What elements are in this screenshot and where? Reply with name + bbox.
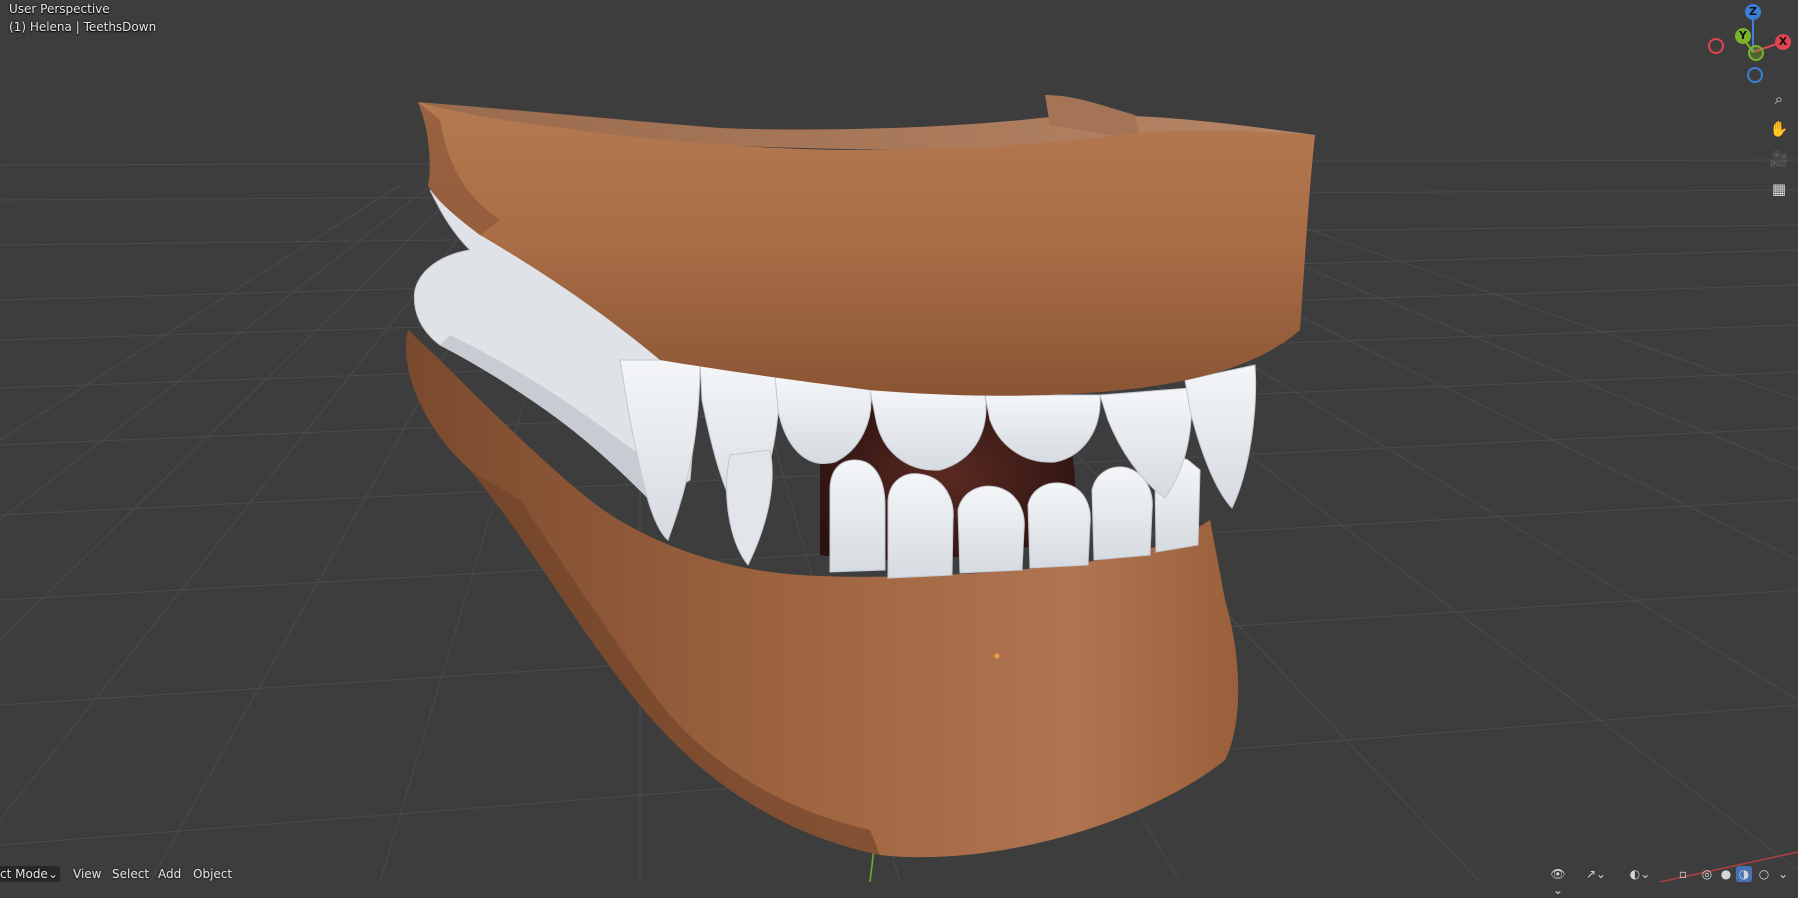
visibility-icon[interactable]: 👁⌄ [1546,866,1570,897]
menu-view[interactable]: View [73,866,101,882]
gizmo-neg-x-axis[interactable] [1708,38,1724,54]
active-object-label: (1) Helena | TeethsDown [9,20,157,34]
menu-select[interactable]: Select [112,866,149,882]
gizmo-z-axis[interactable]: Z [1745,4,1761,20]
pan-hand-icon[interactable]: ✋ [1766,116,1792,142]
gizmo-neg-y-axis[interactable] [1748,45,1764,61]
rendered-shading-icon[interactable]: ○ [1756,866,1772,882]
gizmo-y-axis[interactable]: Y [1735,28,1751,44]
overlay-toggle-icon[interactable]: ◐⌄ [1628,866,1652,882]
solid-shading-icon[interactable]: ● [1718,866,1734,882]
navigation-gizmo[interactable]: Z X Y [1703,0,1798,85]
shading-options-icon[interactable]: ⌄ [1776,866,1790,882]
xray-icon[interactable]: ▫ [1676,866,1690,882]
zoom-icon[interactable]: ⌕ [1766,86,1792,112]
gizmo-neg-z-axis[interactable] [1747,67,1763,83]
mode-label: ct Mode [0,867,48,881]
3d-viewport[interactable] [0,0,1798,882]
wireframe-shading-icon[interactable]: ◎ [1699,866,1715,882]
mode-selector[interactable]: ct Mode ⌄ [0,866,60,882]
view-name-label: User Perspective [9,2,110,16]
gizmo-toggle-icon[interactable]: ↗⌄ [1584,866,1608,882]
object-origin-point [994,653,1000,659]
chevron-down-icon: ⌄ [48,867,59,881]
grid-ortho-icon[interactable]: ▦ [1766,176,1792,202]
gizmo-x-axis[interactable]: X [1775,34,1791,50]
camera-icon[interactable]: 🎥 [1766,146,1792,172]
menu-object[interactable]: Object [193,866,232,882]
menu-add[interactable]: Add [158,866,181,882]
material-shading-icon[interactable]: ◑ [1736,866,1752,882]
viewport-header: ct Mode ⌄ View Select Add Object 👁⌄ ↗⌄ ◐… [0,866,1798,897]
